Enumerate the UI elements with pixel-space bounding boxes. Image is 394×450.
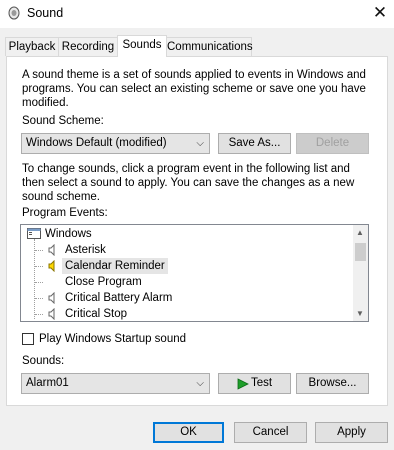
sound-scheme-select[interactable]: Windows Default (modified) ⌵ bbox=[21, 133, 210, 154]
tree-item-label: Critical Battery Alarm bbox=[65, 292, 173, 304]
tab-strip: Playback Recording Sounds Communications bbox=[0, 35, 394, 57]
ok-button[interactable]: OK bbox=[153, 422, 224, 443]
tree-item-label: Windows bbox=[45, 228, 92, 240]
test-label: Test bbox=[251, 377, 273, 389]
close-icon[interactable]: ✕ bbox=[368, 2, 392, 24]
tab-communications[interactable]: Communications bbox=[166, 37, 253, 56]
sounds-label: Sounds: bbox=[22, 355, 65, 367]
save-as-button[interactable]: Save As... bbox=[218, 133, 291, 154]
tree-item-asterisk[interactable]: Asterisk bbox=[21, 242, 351, 258]
cancel-button[interactable]: Cancel bbox=[234, 422, 307, 443]
program-events-label: Program Events: bbox=[22, 207, 108, 219]
sounds-select[interactable]: Alarm01 ⌵ bbox=[21, 373, 210, 394]
tree-item-calendar-reminder[interactable]: Calendar Reminder bbox=[21, 258, 351, 274]
chevron-down-icon: ⌵ bbox=[196, 378, 204, 389]
events-scrollbar[interactable]: ▲ ▼ bbox=[353, 225, 368, 321]
speaker-app-icon bbox=[8, 6, 20, 20]
instructions-text: To change sounds, click a program event … bbox=[22, 163, 355, 203]
tree-item-label: Critical Stop bbox=[65, 308, 127, 320]
speaker-icon bbox=[48, 292, 55, 304]
windows-icon bbox=[27, 228, 41, 239]
sound-scheme-label: Sound Scheme: bbox=[22, 115, 104, 127]
sounds-value: Alarm01 bbox=[26, 377, 69, 389]
program-events-list[interactable]: Windows Asterisk Calendar Reminder Close… bbox=[20, 224, 369, 322]
tree-item-critical-battery-alarm[interactable]: Critical Battery Alarm bbox=[21, 290, 351, 306]
browse-button[interactable]: Browse... bbox=[296, 373, 369, 394]
startup-sound-label: Play Windows Startup sound bbox=[39, 333, 187, 345]
scroll-down-icon[interactable]: ▼ bbox=[356, 309, 364, 318]
sound-scheme-value: Windows Default (modified) bbox=[26, 137, 167, 149]
tree-item-label: Asterisk bbox=[65, 244, 106, 256]
tab-sounds[interactable]: Sounds bbox=[117, 35, 167, 57]
scroll-up-icon[interactable]: ▲ bbox=[356, 228, 364, 237]
window-title: Sound bbox=[27, 6, 64, 20]
chevron-down-icon: ⌵ bbox=[196, 138, 204, 149]
tree-item-label: Close Program bbox=[65, 276, 142, 288]
speaker-icon bbox=[48, 260, 55, 272]
speaker-icon bbox=[48, 308, 55, 320]
play-icon bbox=[237, 378, 249, 390]
tree-item-critical-stop[interactable]: Critical Stop bbox=[21, 306, 351, 321]
delete-button[interactable]: Delete bbox=[296, 133, 369, 154]
intro-text: A sound theme is a set of sounds applied… bbox=[22, 69, 366, 109]
speaker-icon bbox=[48, 244, 55, 256]
startup-sound-checkbox[interactable] bbox=[22, 333, 34, 345]
tree-item-label: Calendar Reminder bbox=[62, 258, 168, 274]
tab-recording[interactable]: Recording bbox=[58, 37, 118, 56]
apply-button[interactable]: Apply bbox=[315, 422, 388, 443]
test-button[interactable]: Test bbox=[218, 373, 291, 394]
tree-item-close-program[interactable]: Close Program bbox=[21, 274, 351, 290]
scroll-thumb[interactable] bbox=[355, 243, 366, 261]
tab-playback[interactable]: Playback bbox=[5, 37, 59, 56]
title-bar: Sound ✕ bbox=[0, 0, 394, 28]
